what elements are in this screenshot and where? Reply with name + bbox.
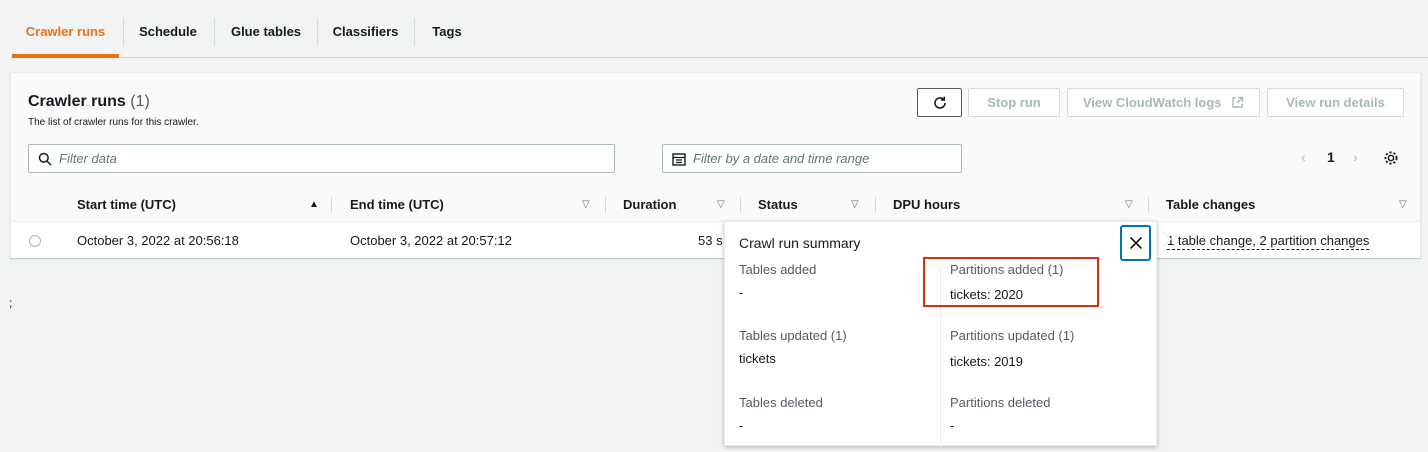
column-table-changes[interactable]: Table changes (1166, 187, 1255, 222)
popover-title: Crawl run summary (739, 235, 861, 251)
run-count: (1) (130, 93, 150, 110)
search-icon (38, 152, 52, 166)
settings-gear-icon[interactable] (1383, 150, 1399, 166)
date-range-filter-input[interactable]: Filter by a date and time range (662, 144, 962, 173)
partitions-updated-value: tickets: 2019 (950, 354, 1023, 369)
column-start-time[interactable]: Start time (UTC) (77, 187, 176, 222)
highlight-box (923, 257, 1099, 307)
view-run-details-button[interactable]: View run details (1267, 88, 1404, 117)
close-icon (1129, 236, 1143, 250)
tab-crawler-runs[interactable]: Crawler runs (10, 18, 121, 46)
external-link-icon (1232, 96, 1244, 108)
table-header: Start time (UTC) ▲ End time (UTC) ▽ Dura… (11, 187, 1420, 222)
page-number[interactable]: 1 (1327, 149, 1335, 165)
refresh-icon (933, 96, 946, 109)
tab-classifiers[interactable]: Classifiers (318, 18, 413, 46)
column-status[interactable]: Status (758, 187, 798, 222)
tab-bar: Crawler runs Schedule Glue tables Classi… (10, 0, 1428, 58)
tables-updated-label: Tables updated (1) (739, 328, 847, 343)
sort-icon[interactable]: ▽ (717, 187, 725, 222)
tab-schedule[interactable]: Schedule (124, 18, 212, 46)
row-select-radio[interactable] (29, 235, 41, 247)
table-changes-link[interactable]: 1 table change, 2 partition changes (1167, 233, 1370, 250)
column-duration[interactable]: Duration (623, 187, 676, 222)
calendar-icon (672, 153, 686, 166)
panel-title-text: Crawler runs (28, 93, 126, 110)
date-range-placeholder: Filter by a date and time range (693, 151, 870, 166)
sort-icon[interactable]: ▽ (582, 187, 590, 222)
partitions-deleted-label: Partitions deleted (950, 395, 1051, 410)
active-tab-indicator (12, 54, 119, 58)
tables-added-value: - (739, 285, 744, 300)
column-end-time[interactable]: End time (UTC) (350, 187, 444, 222)
column-divider (740, 197, 741, 213)
filter-data-input[interactable]: Filter data (28, 144, 615, 173)
tables-added-label: Tables added (739, 262, 817, 277)
previous-page-icon[interactable]: ‹ (1301, 149, 1306, 165)
tab-divider (214, 18, 215, 46)
tables-deleted-label: Tables deleted (739, 395, 823, 410)
sort-icon[interactable]: ▽ (851, 187, 859, 222)
stray-text: ; (9, 296, 13, 310)
tables-updated-value: tickets (739, 351, 776, 366)
column-dpu-hours[interactable]: DPU hours (893, 187, 960, 222)
column-divider (331, 197, 332, 213)
tab-tags[interactable]: Tags (415, 18, 479, 46)
view-cloudwatch-logs-label: View CloudWatch logs (1082, 95, 1222, 110)
stop-run-button[interactable]: Stop run (968, 88, 1060, 117)
table-row[interactable]: October 3, 2022 at 20:56:18 October 3, 2… (11, 223, 1420, 258)
panel-header: Crawler runs (1) The list of crawler run… (11, 73, 1420, 187)
sort-icon[interactable]: ▽ (1125, 187, 1133, 222)
cell-table-changes[interactable]: 1 table change, 2 partition changes (1167, 223, 1370, 258)
tab-glue-tables[interactable]: Glue tables (216, 18, 316, 46)
column-divider (605, 197, 606, 213)
refresh-button[interactable] (917, 88, 962, 117)
partitions-updated-label: Partitions updated (1) (950, 328, 1075, 343)
sort-ascending-icon[interactable]: ▲ (309, 187, 319, 222)
column-divider (875, 197, 876, 213)
cell-end-time: October 3, 2022 at 20:57:12 (350, 233, 512, 248)
close-popover-button[interactable] (1120, 225, 1151, 261)
cell-duration: 53 s (698, 233, 723, 248)
crawler-runs-panel: Crawler runs (1) The list of crawler run… (10, 72, 1421, 258)
filter-data-placeholder: Filter data (59, 151, 117, 166)
view-cloudwatch-logs-button[interactable]: View CloudWatch logs (1067, 88, 1260, 117)
tables-deleted-value: - (739, 418, 744, 433)
next-page-icon[interactable]: › (1353, 149, 1358, 165)
partitions-deleted-value: - (950, 418, 955, 433)
cell-start-time: October 3, 2022 at 20:56:18 (77, 233, 239, 248)
sort-icon[interactable]: ▽ (1399, 187, 1407, 222)
column-divider (1148, 197, 1149, 213)
crawl-run-summary-popover: Crawl run summary Tables added - Partiti… (724, 221, 1157, 447)
panel-description: The list of crawler runs for this crawle… (28, 117, 199, 128)
panel-title: Crawler runs (1) (28, 93, 150, 111)
